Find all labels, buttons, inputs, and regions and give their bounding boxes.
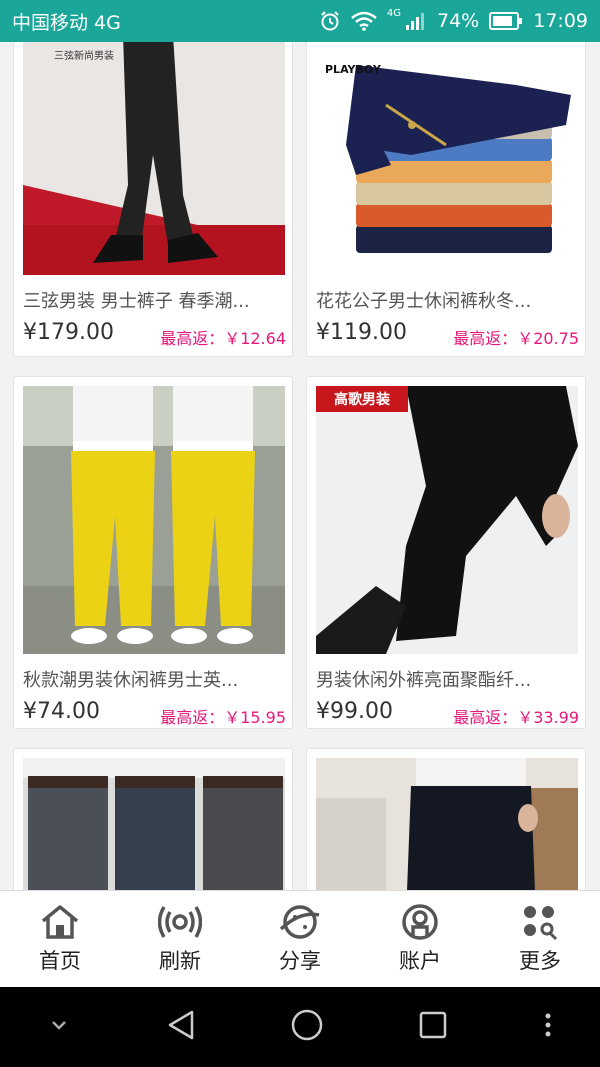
tab-share[interactable]: 分享: [245, 903, 355, 975]
brand-logo-text: PLAYBOY: [325, 63, 381, 76]
product-price: ¥74.00: [23, 699, 100, 724]
product-image[interactable]: [316, 42, 578, 275]
product-card[interactable]: [306, 748, 586, 890]
product-card[interactable]: 高歌男装 男装休闲外裤亮面聚酯纤... ¥99.00 最高返：￥33.99: [306, 376, 586, 729]
brand-badge-text: 高歌男装: [334, 392, 390, 408]
wifi-icon: [351, 11, 377, 31]
product-image[interactable]: [23, 386, 285, 654]
product-title[interactable]: 花花公子男士休闲裤秋冬...: [316, 287, 580, 313]
tab-refresh[interactable]: 刷新: [125, 903, 235, 975]
rebate-label: 最高返：￥12.64: [160, 329, 286, 348]
network-type-label: 4G: [386, 7, 401, 19]
tab-label: 刷新: [159, 949, 201, 973]
product-title[interactable]: 秋款潮男装休闲裤男士英...: [23, 666, 287, 692]
product-image[interactable]: [316, 758, 578, 890]
carrier-label: 中国移动 4G: [12, 11, 121, 34]
product-price: ¥119.00: [316, 320, 407, 345]
tab-label: 更多: [519, 949, 561, 973]
recents-icon[interactable]: [418, 1010, 448, 1044]
overflow-menu-icon[interactable]: [543, 1011, 553, 1043]
product-title[interactable]: 男装休闲外裤亮面聚酯纤...: [316, 666, 580, 692]
tab-more[interactable]: 更多: [485, 903, 595, 975]
signal-icon: [405, 11, 427, 31]
tab-label: 分享: [279, 949, 321, 973]
clock: 17:09: [533, 10, 588, 32]
product-title[interactable]: 三弦男装 男士裤子 春季潮...: [23, 287, 287, 313]
more-grid-icon: [519, 903, 561, 945]
brand-badge: 高歌男装: [316, 386, 408, 412]
rebate-label: 最高返：￥15.95: [160, 708, 286, 727]
product-image[interactable]: [23, 42, 285, 275]
rebate-label: 最高返：￥20.75: [453, 329, 579, 348]
product-image[interactable]: [316, 386, 578, 654]
account-icon: [399, 903, 441, 945]
system-nav-bar: [0, 987, 600, 1067]
home-icon: [39, 903, 81, 945]
battery-percent: 74%: [437, 10, 480, 32]
product-card[interactable]: 秋款潮男装休闲裤男士英... ¥74.00 最高返：￥15.95: [13, 376, 293, 729]
product-feed[interactable]: 三弦新尚男装 三弦男装 男士裤子 春季潮... ¥179.00 最高返：￥12.…: [0, 42, 600, 890]
bottom-tab-bar: 首页 刷新 分享 账户 更多: [0, 890, 600, 987]
product-card[interactable]: [13, 748, 293, 890]
back-icon[interactable]: [166, 1009, 196, 1045]
product-card[interactable]: 三弦新尚男装 三弦男装 男士裤子 春季潮... ¥179.00 最高返：￥12.…: [13, 42, 293, 357]
tab-home[interactable]: 首页: [5, 903, 115, 975]
alarm-icon: [319, 10, 341, 32]
refresh-broadcast-icon: [158, 903, 202, 945]
tab-label: 首页: [39, 949, 81, 973]
share-planet-icon: [279, 903, 321, 945]
product-image[interactable]: [23, 758, 285, 890]
chevron-down-icon[interactable]: [47, 1013, 71, 1041]
brand-text: 三弦新尚男装: [54, 51, 114, 62]
status-bar: 中国移动 4G 4G 74% 17:09: [0, 0, 600, 42]
product-card[interactable]: PLAYBOY 花花公子男士休闲裤秋冬... ¥119.00 最高返：￥20.7…: [306, 42, 586, 357]
battery-icon: [489, 12, 523, 30]
product-price: ¥99.00: [316, 699, 393, 724]
product-price: ¥179.00: [23, 320, 114, 345]
rebate-label: 最高返：￥33.99: [453, 708, 579, 727]
tab-account[interactable]: 账户: [365, 903, 475, 975]
home-circle-icon[interactable]: [290, 1008, 324, 1046]
tab-label: 账户: [399, 949, 441, 973]
